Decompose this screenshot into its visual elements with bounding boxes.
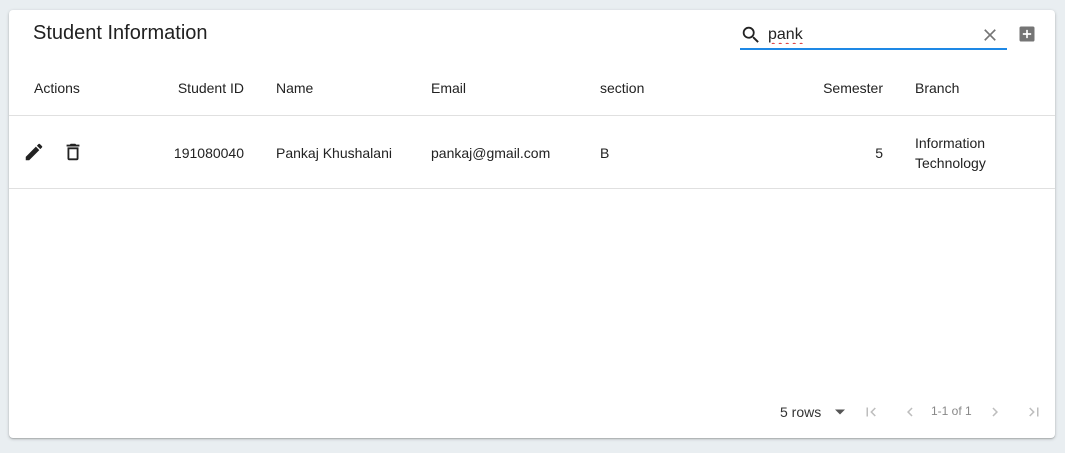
- row-divider: [9, 188, 1055, 189]
- cell-email: pankaj@gmail.com: [431, 145, 551, 161]
- rows-per-page-select[interactable]: 5 rows: [780, 404, 821, 420]
- cell-student-id: 191080040: [173, 145, 244, 161]
- add-box-icon[interactable]: [1017, 24, 1037, 44]
- cell-name: Pankaj Khushalani: [276, 145, 392, 161]
- cell-semester: 5: [875, 145, 883, 161]
- chevron-left-icon[interactable]: [901, 403, 919, 421]
- last-page-icon[interactable]: [1025, 403, 1043, 421]
- cell-branch-line2: Technology: [915, 155, 986, 171]
- first-page-icon[interactable]: [862, 403, 880, 421]
- search-icon: [742, 26, 759, 43]
- column-header-email[interactable]: Email: [431, 80, 466, 96]
- close-icon[interactable]: [980, 25, 1000, 45]
- column-header-actions: Actions: [34, 80, 80, 96]
- column-header-section[interactable]: section: [600, 80, 644, 96]
- column-header-student-id[interactable]: Student ID: [164, 80, 244, 96]
- header-divider: [9, 115, 1055, 116]
- column-header-branch[interactable]: Branch: [915, 80, 959, 96]
- cell-section: B: [600, 145, 610, 161]
- caret-down-icon[interactable]: [834, 408, 846, 416]
- search-input[interactable]: [768, 24, 968, 46]
- pagination-range: 1-1 of 1: [931, 404, 972, 418]
- table-title: Student Information: [33, 22, 208, 44]
- column-header-semester[interactable]: Semester: [803, 80, 883, 96]
- trash-icon[interactable]: [62, 141, 84, 163]
- student-table-card: Student Information Actions Student ID N…: [9, 10, 1055, 438]
- column-header-name[interactable]: Name: [276, 80, 313, 96]
- pencil-icon[interactable]: [23, 141, 45, 163]
- chevron-right-icon[interactable]: [986, 403, 1004, 421]
- search-bar[interactable]: [740, 20, 1007, 50]
- cell-branch-line1: Information: [915, 135, 986, 151]
